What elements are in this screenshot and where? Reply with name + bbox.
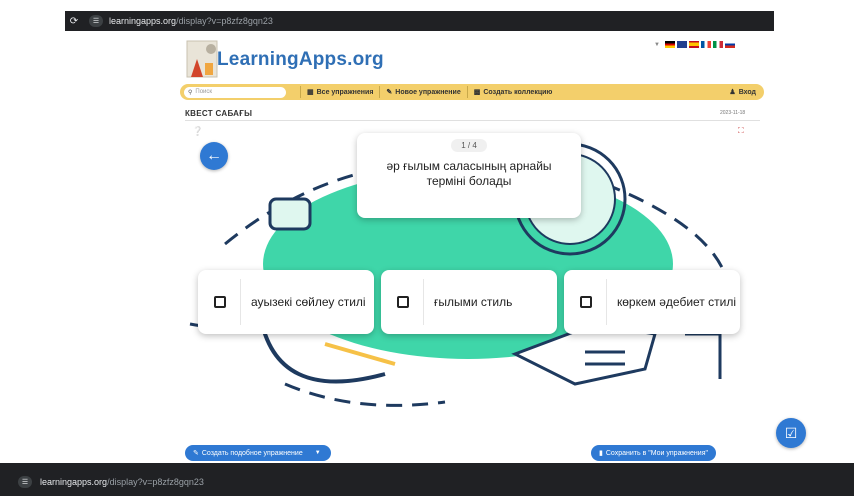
language-selector[interactable]: ▼ <box>654 41 735 48</box>
edit-icon: ✎ <box>193 450 199 457</box>
divider <box>185 120 760 121</box>
nav-all-exercises-label: Все упражнения <box>316 88 374 96</box>
separator <box>240 279 241 325</box>
nav-create-collection-label: Создать коллекцию <box>483 88 553 96</box>
answer-text-3: көркем әдебиет стилі <box>617 295 737 309</box>
browser-address-bar-bottom[interactable]: ☰ learningapps.org/display?v=p8zfz8gqn23 <box>0 463 854 496</box>
url-path: /display?v=p8zfz8gqn23 <box>107 477 204 487</box>
logo-text: LearningApps.org <box>217 49 384 70</box>
page-content: LearningApps.org ▼ ⚲ Поиск ▦ Все упражнен… <box>65 31 806 463</box>
search-placeholder: Поиск <box>195 89 213 95</box>
bookmark-icon: ▮ <box>599 450 603 457</box>
fullscreen-icon[interactable]: ⛶ <box>738 126 744 136</box>
separator <box>606 279 607 325</box>
check-icon: ☑ <box>784 424 798 441</box>
page-date: 2023-11-18 <box>720 110 746 116</box>
flag-de-icon[interactable] <box>664 41 675 48</box>
search-icon: ⚲ <box>188 89 193 96</box>
user-icon: ♟ <box>729 89 736 96</box>
checkbox[interactable] <box>214 296 226 308</box>
save-to-my-exercises-button[interactable]: ▮ Сохранить в "Мои упражнения" <box>591 445 716 461</box>
main-nav: ⚲ Поиск ▦ Все упражнения ✎ Новое упражнени… <box>180 84 764 100</box>
checkbox[interactable] <box>580 296 592 308</box>
grid-icon: ▦ <box>307 89 314 96</box>
check-answer-button[interactable]: ☑ <box>776 418 806 448</box>
flag-es-icon[interactable] <box>688 41 699 48</box>
separator <box>423 279 424 325</box>
answer-option-3[interactable]: көркем әдебиет стилі <box>564 270 740 334</box>
nav-new-exercise-label: Новое упражнение <box>395 88 461 96</box>
login-link[interactable]: ♟ Вход <box>729 88 756 96</box>
answer-option-2[interactable]: ғылыми стиль <box>381 270 557 334</box>
help-icon[interactable]: ❔ <box>192 126 203 137</box>
question-counter: 1 / 4 <box>451 139 487 152</box>
collection-icon: ▩ <box>473 89 481 96</box>
browser-address-bar[interactable]: ⟳ ☰ learningapps.org/display?v=p8zfz8gqn… <box>65 11 774 31</box>
flag-fr-icon[interactable] <box>700 41 711 48</box>
site-settings-icon[interactable]: ☰ <box>89 15 103 27</box>
url-host: learningapps.org <box>109 16 177 26</box>
nav-create-collection[interactable]: ▩ Создать коллекцию <box>466 86 559 98</box>
page-title: КВЕСТ САБАҒЫ <box>185 109 253 118</box>
answer-option-1[interactable]: ауызекі сөйлеу стилі <box>198 270 374 334</box>
search-input[interactable]: ⚲ Поиск <box>184 86 286 98</box>
url-host: learningapps.org <box>40 477 108 487</box>
create-similar-label: Создать подобное упражнение <box>201 449 303 457</box>
url-path: /display?v=p8zfz8gqn23 <box>176 16 273 26</box>
flag-gb-icon[interactable] <box>676 41 687 48</box>
nav-new-exercise[interactable]: ✎ Новое упражнение <box>379 86 466 98</box>
answer-text-1: ауызекі сөйлеу стилі <box>251 295 366 309</box>
url-text[interactable]: learningapps.org/display?v=p8zfz8gqn23 <box>109 16 273 26</box>
login-label: Вход <box>738 89 756 96</box>
left-margin <box>0 0 65 496</box>
save-to-my-exercises-label: Сохранить в "Мои упражнения" <box>605 449 708 457</box>
create-similar-button[interactable]: ✎ Создать подобное упражнение ▼ <box>185 445 331 461</box>
chevron-down-icon[interactable]: ▼ <box>654 42 660 48</box>
answer-text-2: ғылыми стиль <box>434 295 513 309</box>
site-logo[interactable]: LearningApps.org <box>185 37 384 81</box>
back-button[interactable]: ← <box>200 142 228 170</box>
nav-all-exercises[interactable]: ▦ Все упражнения <box>300 86 379 98</box>
flag-ru-icon[interactable] <box>724 41 735 48</box>
reload-icon[interactable]: ⟳ <box>65 16 83 27</box>
chevron-down-icon[interactable]: ▼ <box>315 450 321 456</box>
pencil-icon: ✎ <box>386 89 393 96</box>
checkbox[interactable] <box>397 296 409 308</box>
site-settings-icon[interactable]: ☰ <box>18 476 32 488</box>
question-card: 1 / 4 әр ғылым саласының арнайы терміні … <box>357 133 581 218</box>
question-text: әр ғылым саласының арнайы терміні болады <box>386 159 552 188</box>
back-arrow-icon: ← <box>206 147 222 164</box>
flag-it-icon[interactable] <box>712 41 723 48</box>
